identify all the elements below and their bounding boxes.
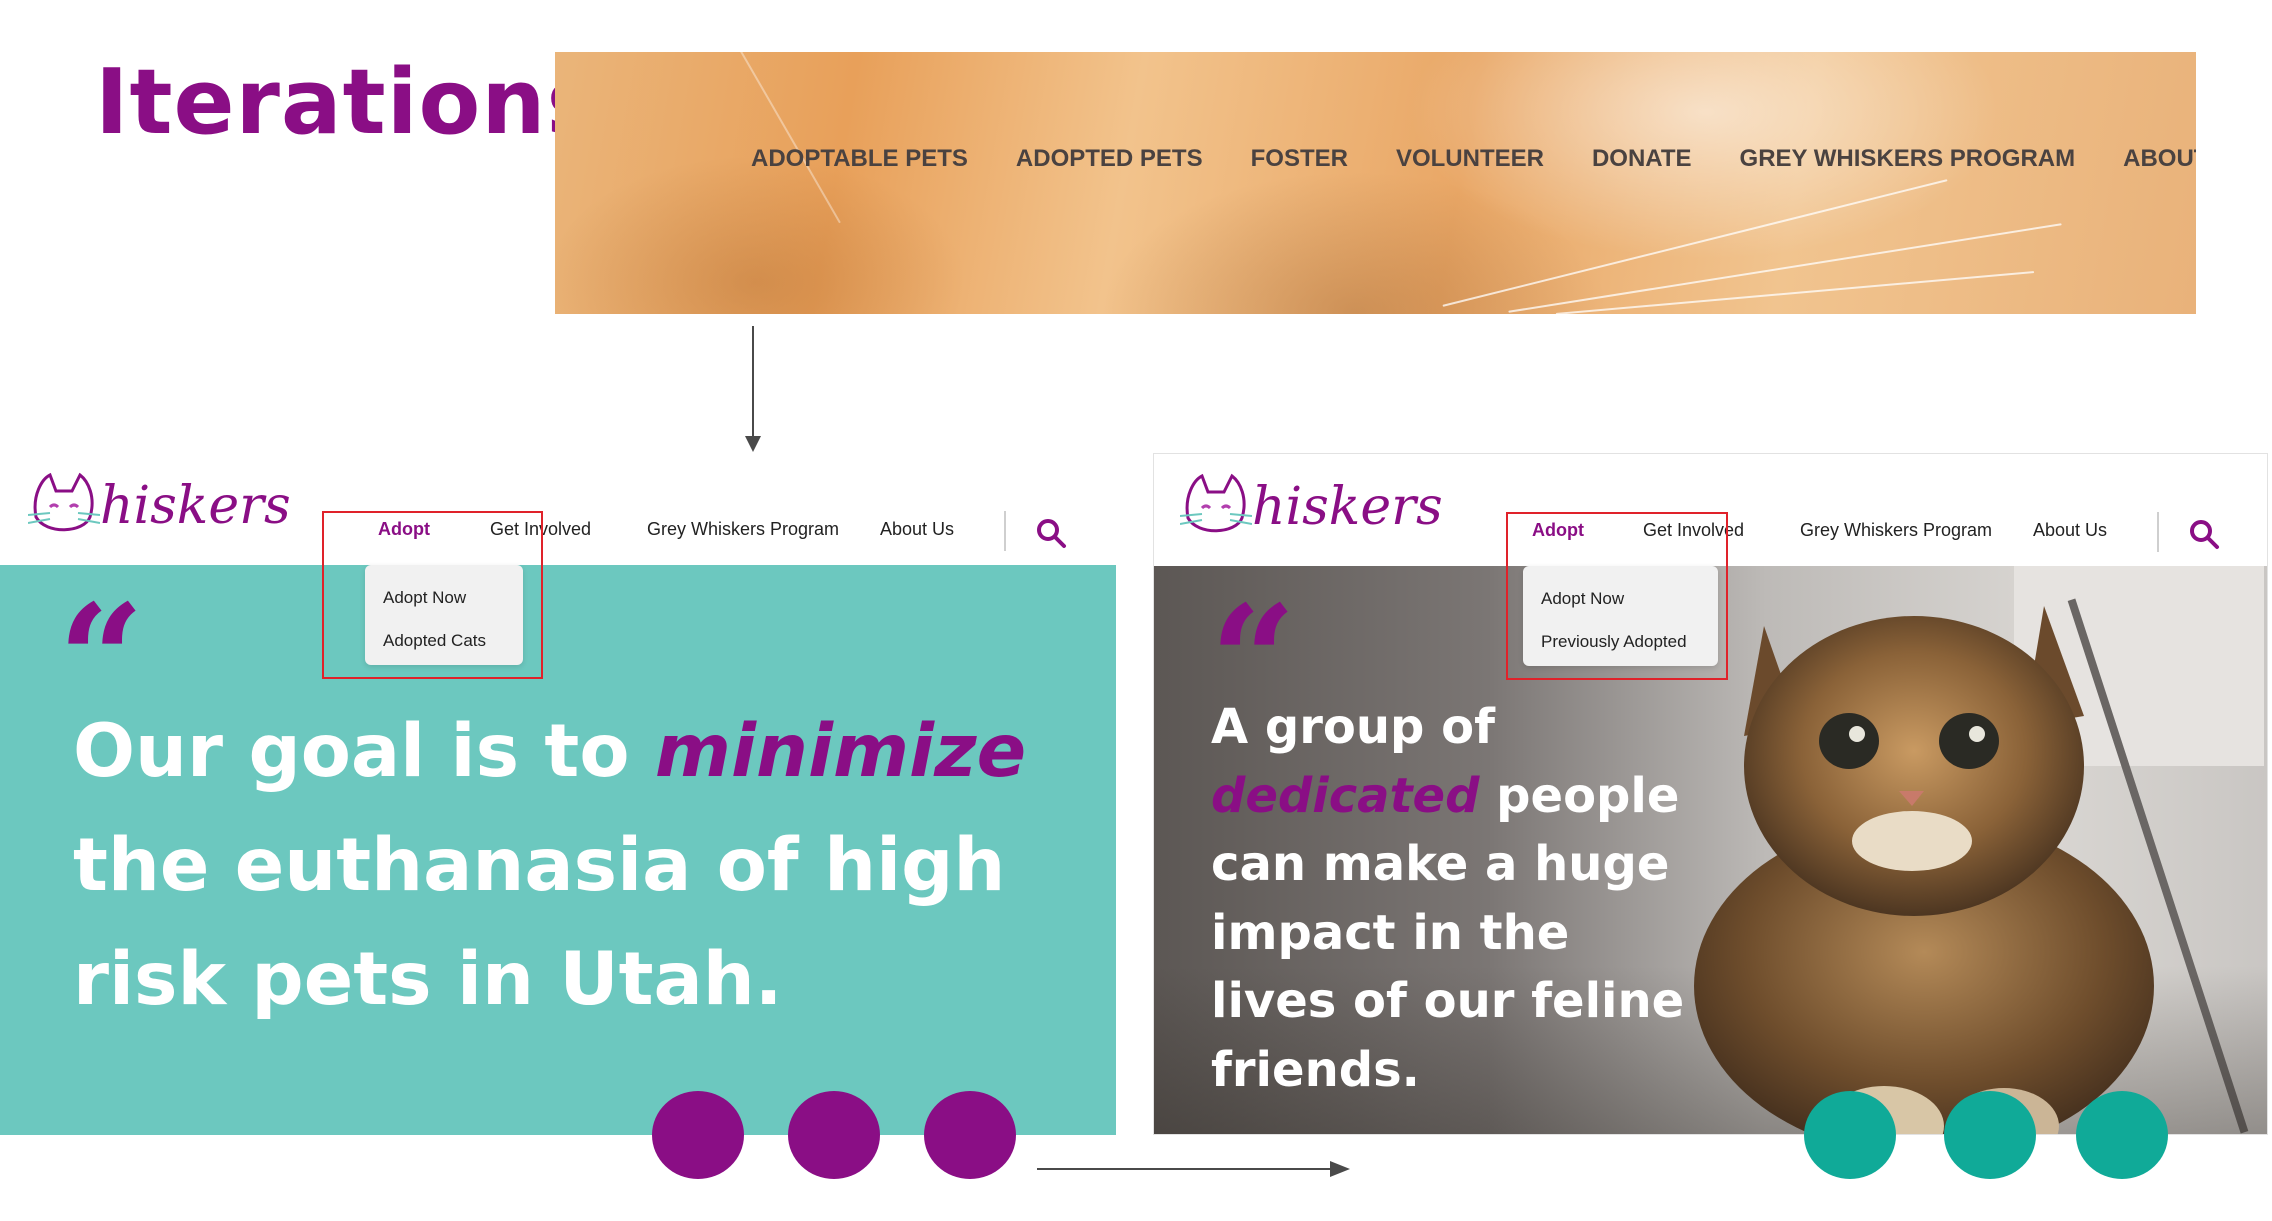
old-nav-donate[interactable]: DONATE: [1592, 145, 1692, 173]
nav-about-us[interactable]: About Us: [880, 519, 954, 540]
iteration-mockup-2: hiskers Adopt Get Involved Grey Whiskers…: [1153, 453, 2268, 1135]
nav-about-us[interactable]: About Us: [2033, 520, 2107, 541]
cat-face-logo-icon: [28, 472, 100, 532]
whiskers-logo[interactable]: hiskers: [28, 471, 291, 541]
nav-grey-whiskers-program[interactable]: Grey Whiskers Program: [1800, 520, 1992, 541]
carousel-dot-1[interactable]: [1804, 1091, 1896, 1179]
whiskers-logo[interactable]: hiskers: [1180, 472, 1443, 542]
nav-divider: [1004, 511, 1006, 551]
carousel-dot-3[interactable]: [924, 1091, 1016, 1179]
search-icon[interactable]: [2187, 517, 2221, 551]
hero-quote-emphasis: minimize: [654, 709, 1027, 794]
cat-face-logo-icon: [1180, 473, 1252, 533]
hero-quote-part-2: the euthanasia of high risk pets in Utah…: [73, 823, 1006, 1022]
iteration-arrow-down-line: [752, 326, 754, 438]
hero-quote-part-1: A group of: [1211, 699, 1495, 755]
highlight-box: [1506, 512, 1728, 680]
old-nav-grey-whiskers[interactable]: GREY WHISKERS PROGRAM: [1740, 145, 2076, 173]
hero-quote: Our goal is to minimize the euthanasia o…: [73, 695, 1073, 1037]
old-nav-adopted-pets[interactable]: ADOPTED PETS: [1016, 145, 1203, 173]
original-header-screenshot: ADOPTABLE PETS ADOPTED PETS FOSTER VOLUN…: [555, 52, 2196, 314]
arrow-right-icon: [1330, 1161, 1350, 1177]
hero-banner: “ Our goal is to minimize the euthanasia…: [0, 565, 1116, 1135]
page-title: Iterations: [95, 50, 602, 155]
highlight-box: [322, 511, 543, 679]
hero-quote-part-1: Our goal is to: [73, 709, 655, 794]
nav-grey-whiskers-program[interactable]: Grey Whiskers Program: [647, 519, 839, 540]
iteration-arrow-right-line: [1037, 1168, 1332, 1170]
search-icon[interactable]: [1034, 516, 1068, 550]
carousel-dot-2[interactable]: [1944, 1091, 2036, 1179]
navbar: hiskers Adopt Get Involved Grey Whiskers…: [0, 453, 1116, 565]
hero-quote: A group of dedicated people can make a h…: [1211, 693, 1711, 1104]
iteration-mockup-1: hiskers Adopt Get Involved Grey Whiskers…: [0, 453, 1116, 1135]
old-nav-adoptable-pets[interactable]: ADOPTABLE PETS: [751, 145, 968, 173]
old-nav-about-us[interactable]: ABOUT US: [2123, 145, 2196, 173]
nav-divider: [2157, 512, 2159, 552]
carousel-dot-1[interactable]: [652, 1091, 744, 1179]
original-nav: ADOPTABLE PETS ADOPTED PETS FOSTER VOLUN…: [751, 145, 2196, 173]
old-nav-volunteer[interactable]: VOLUNTEER: [1396, 145, 1544, 173]
logo-text: hiskers: [1252, 477, 1443, 537]
arrow-down-icon: [745, 436, 761, 452]
carousel-dot-3[interactable]: [2076, 1091, 2168, 1179]
old-nav-foster[interactable]: FOSTER: [1251, 145, 1348, 173]
logo-text: hiskers: [100, 476, 291, 536]
hero-quote-emphasis: dedicated: [1211, 767, 1480, 824]
carousel-dot-2[interactable]: [788, 1091, 880, 1179]
